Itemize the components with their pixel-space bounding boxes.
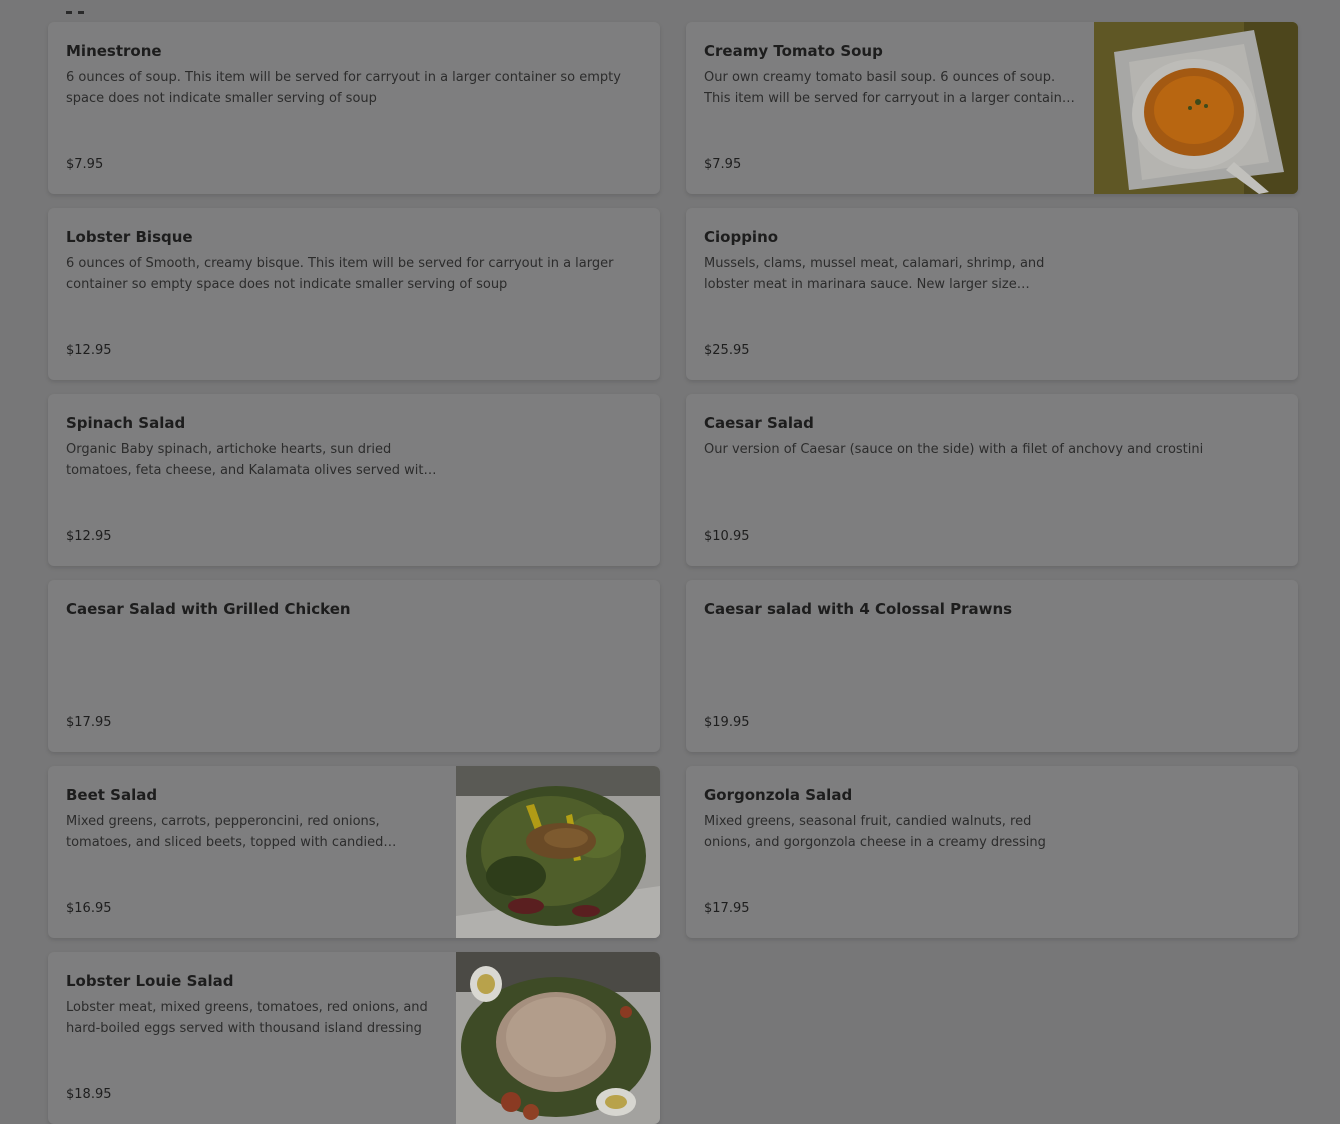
menu-item-price: $17.95 <box>704 901 750 916</box>
menu-item-name: Spinach Salad <box>66 414 186 432</box>
menu-item-name: Minestrone <box>66 42 162 60</box>
menu-item-card[interactable]: Caesar salad with 4 Colossal Prawns $19.… <box>686 580 1298 752</box>
tomato-soup-photo <box>1094 22 1298 194</box>
menu-item-price: $16.95 <box>66 901 112 916</box>
menu-item-description: Organic Baby spinach, artichoke hearts, … <box>66 442 432 478</box>
menu-item-price: $25.95 <box>704 343 750 358</box>
menu-item-description: Mixed greens, carrots, pepperoncini, red… <box>66 814 384 850</box>
lobster-louie-photo <box>456 952 660 1124</box>
menu-item-description: Our version of Caesar (sauce on the side… <box>704 442 1204 457</box>
menu-item-name: Caesar Salad <box>704 414 814 432</box>
menu-item-description: Our own creamy tomato basil soup. 6 ounc… <box>704 70 1076 106</box>
menu-item-name: Caesar Salad with Grilled Chicken <box>66 600 351 618</box>
menu-item-description: Mussels, clams, mussel meat, calamari, s… <box>704 256 1045 292</box>
previous-section-fragment <box>66 0 96 14</box>
menu-item-name: Beet Salad <box>66 786 158 804</box>
menu-item-name: Gorgonzola Salad <box>704 786 853 804</box>
menu-item-grid: Minestrone 6 ounces of soup. This item w… <box>48 22 1298 1124</box>
menu-item-price: $7.95 <box>704 157 742 172</box>
menu-item-name: Creamy Tomato Soup <box>704 42 883 60</box>
menu-item-price: $18.95 <box>66 1087 112 1102</box>
menu-item-name: Lobster Louie Salad <box>66 972 234 990</box>
menu-item-price: $12.95 <box>66 529 112 544</box>
menu-item-description: Lobster meat, mixed greens, tomatoes, re… <box>66 1000 428 1036</box>
menu-item-card[interactable]: Beet Salad Mixed greens, carrots, pepper… <box>48 766 660 938</box>
menu-item-price: $17.95 <box>66 715 112 730</box>
menu-item-card[interactable]: Creamy Tomato Soup Our own creamy tomato… <box>686 22 1298 194</box>
menu-item-price: $10.95 <box>704 529 750 544</box>
menu-item-card[interactable]: Spinach Salad Organic Baby spinach, arti… <box>48 394 660 566</box>
menu-item-card[interactable]: Cioppino Mussels, clams, mussel meat, ca… <box>686 208 1298 380</box>
menu-item-name: Lobster Bisque <box>66 228 193 246</box>
menu-item-card[interactable]: Gorgonzola Salad Mixed greens, seasonal … <box>686 766 1298 938</box>
menu-item-card[interactable]: Caesar Salad Our version of Caesar (sauc… <box>686 394 1298 566</box>
menu-item-card[interactable]: Lobster Bisque 6 ounces of Smooth, cream… <box>48 208 660 380</box>
menu-item-description: 6 ounces of Smooth, creamy bisque. This … <box>66 256 614 292</box>
menu-item-card[interactable]: Minestrone 6 ounces of soup. This item w… <box>48 22 660 194</box>
menu-item-description: 6 ounces of soup. This item will be serv… <box>66 70 621 106</box>
menu-item-description: Mixed greens, seasonal fruit, candied wa… <box>704 814 1046 850</box>
menu-item-price: $19.95 <box>704 715 750 730</box>
menu-item-card[interactable]: Caesar Salad with Grilled Chicken $17.95 <box>48 580 660 752</box>
menu-item-price: $12.95 <box>66 343 112 358</box>
menu-item-name: Caesar salad with 4 Colossal Prawns <box>704 600 1013 618</box>
menu-item-price: $7.95 <box>66 157 104 172</box>
menu-item-name: Cioppino <box>704 228 779 246</box>
menu-item-card[interactable]: Lobster Louie Salad Lobster meat, mixed … <box>48 952 660 1124</box>
beet-salad-photo <box>456 766 660 938</box>
